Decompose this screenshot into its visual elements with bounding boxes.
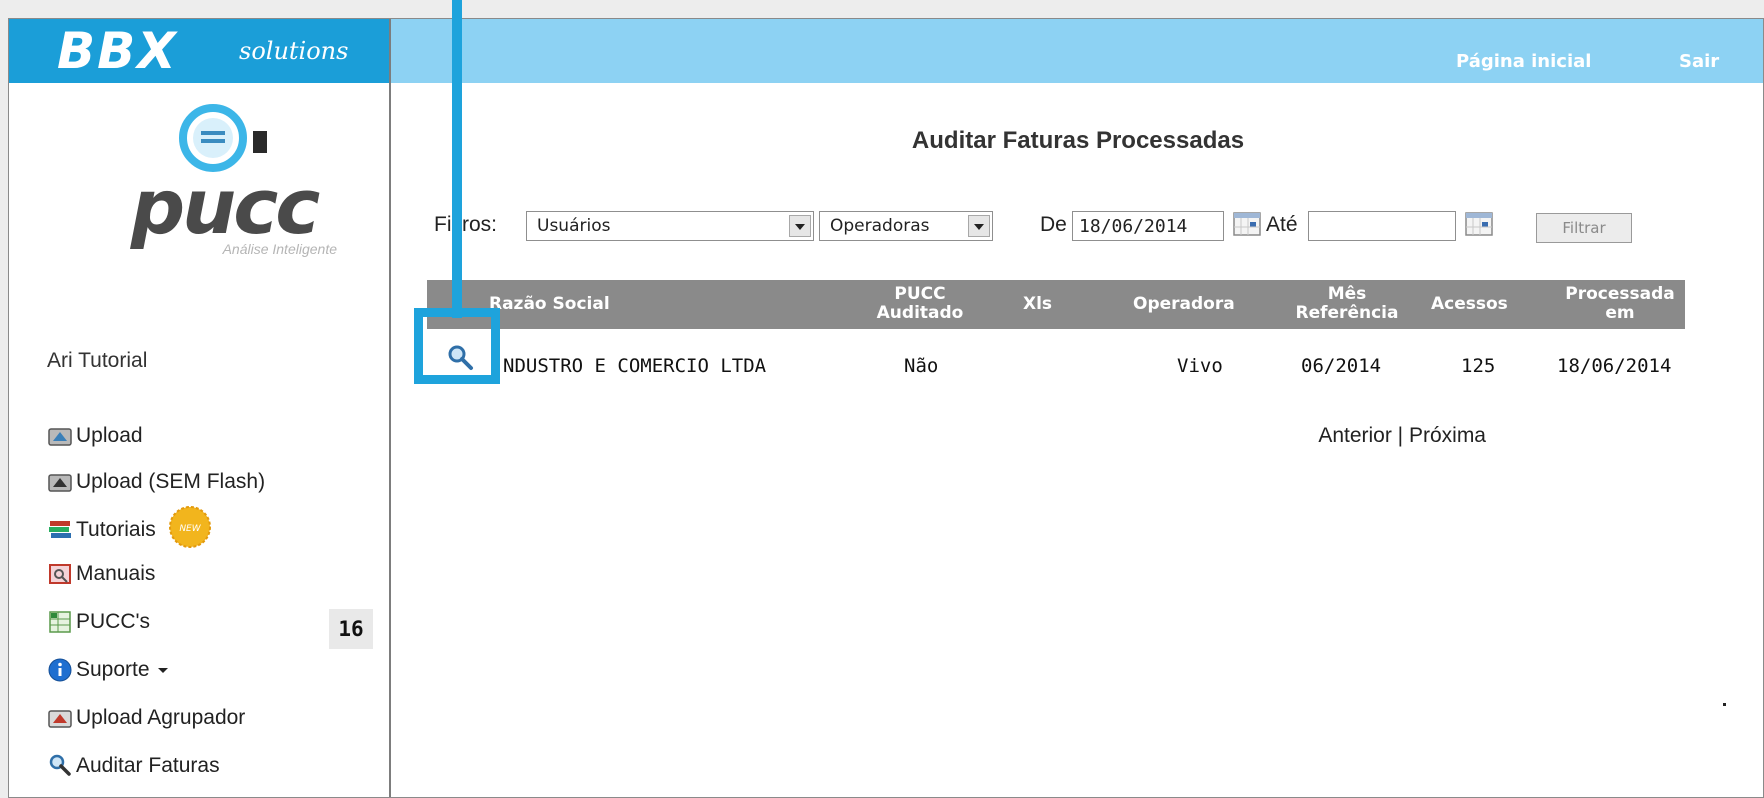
chevron-down-icon [789, 215, 811, 237]
column-header-processada-em: Processada em [1555, 285, 1685, 323]
sidebar-item-label: Manuais [76, 562, 156, 585]
date-to-label: Até [1266, 213, 1298, 236]
new-badge-icon: NEW [168, 506, 211, 548]
pucc-wordmark: pucc [130, 162, 321, 251]
manual-icon [49, 564, 71, 584]
column-header-line: Mês [1327, 284, 1367, 304]
sidebar-item-label: Upload Agrupador [76, 706, 246, 729]
page-title: Auditar Faturas Processadas [911, 127, 1245, 154]
sidebar-item-label: Auditar Faturas [76, 754, 220, 777]
operators-select-value: Operadoras [830, 216, 930, 236]
sidebar-item-label: Tutoriais [76, 518, 156, 541]
sidebar-item-label: Upload (SEM Flash) [76, 470, 266, 493]
sidebar-item-tutoriais[interactable]: Tutoriais NEW [47, 506, 218, 548]
sidebar-item-puccs[interactable]: PUCC's [47, 607, 150, 637]
brand-header: BBX solutions [9, 19, 389, 83]
users-select[interactable]: Usuários [526, 211, 814, 241]
sidebar-item-suporte[interactable]: Suporte [47, 655, 173, 685]
cell-pucc-auditado: Não [904, 355, 939, 377]
upload-icon [48, 474, 72, 492]
column-header-line: em [1605, 303, 1635, 323]
cell-mes-referencia: 06/2014 [1301, 355, 1382, 377]
cell-operadora: Vivo [1177, 355, 1223, 377]
sidebar-item-auditar-faturas[interactable]: Auditar Faturas [47, 751, 220, 781]
info-icon [48, 658, 72, 682]
column-header-operadora: Operadora [1133, 294, 1235, 314]
annotation-pointer-line [452, 0, 462, 318]
new-badge-text: NEW [179, 524, 201, 534]
chevron-down-icon [968, 215, 990, 237]
column-header-mes-referencia: Mês Referência [1287, 285, 1407, 323]
sidebar-item-manuais[interactable]: Manuais [47, 559, 155, 589]
sidebar-item-label: PUCC's [76, 610, 151, 633]
upload-red-icon [48, 710, 72, 728]
cell-razao-social: NDUSTRO E COMERCIO LTDA [503, 355, 767, 377]
brand-name: BBX [57, 22, 178, 80]
app-window: BBX solutions pucc Análise Inteligente A… [8, 18, 1764, 798]
column-header-razao-social: Razão Social [489, 294, 610, 314]
column-header-acessos: Acessos [1431, 294, 1508, 314]
previous-page-link[interactable]: Anterior [1318, 424, 1392, 447]
sidebar-item-upload-agrupador[interactable]: Upload Agrupador [47, 703, 245, 733]
next-page-link[interactable]: Próxima [1409, 424, 1486, 447]
pucc-tagline: Análise Inteligente [222, 241, 337, 257]
date-from-input[interactable] [1072, 211, 1224, 241]
stray-dot [1723, 703, 1726, 706]
users-select-value: Usuários [537, 216, 611, 236]
spreadsheet-icon [49, 611, 71, 633]
column-header-line: Auditado [876, 303, 964, 323]
new-badge: NEW [162, 505, 218, 555]
sidebar-item-upload[interactable]: Upload [47, 421, 143, 451]
home-link[interactable]: Página inicial [1456, 51, 1591, 72]
filters-bar: Filtros: Usuários Operadoras De Até [434, 209, 1734, 245]
books-icon [49, 521, 71, 538]
calendar-icon[interactable] [1232, 209, 1262, 239]
filters-label: Filtros: [434, 213, 497, 236]
table-header: Razão Social PUCC Auditado Xls Operadora… [427, 280, 1685, 329]
pagination: Anterior | Próxima [391, 424, 1486, 448]
column-header-pucc-auditado: PUCC Auditado [855, 285, 985, 323]
calendar-icon[interactable] [1464, 209, 1494, 239]
logout-link[interactable]: Sair [1679, 51, 1719, 72]
column-header-line: Referência [1295, 303, 1399, 323]
magnifier-icon [49, 754, 71, 776]
sidebar: BBX solutions pucc Análise Inteligente A… [9, 19, 391, 797]
sidebar-item-upload-sem-flash[interactable]: Upload (SEM Flash) [47, 467, 265, 497]
top-navigation-bar: Página inicial Sair [391, 19, 1763, 83]
annotation-highlight-box [414, 308, 500, 384]
filter-button[interactable]: Filtrar [1536, 213, 1632, 243]
column-header-xls: Xls [1023, 294, 1053, 314]
date-to-input[interactable] [1308, 211, 1456, 241]
current-user-name: Ari Tutorial [47, 349, 148, 372]
date-from-label: De [1040, 213, 1067, 236]
operators-select[interactable]: Operadoras [819, 211, 993, 241]
pagination-separator: | [1391, 424, 1409, 447]
upload-icon [48, 428, 72, 446]
chevron-down-icon [157, 668, 168, 673]
puccs-count-badge: 16 [329, 609, 373, 649]
column-header-line: PUCC [894, 284, 946, 304]
cell-processada-em: 18/06/2014 [1557, 355, 1672, 377]
sidebar-item-label: Upload [76, 424, 143, 447]
column-header-line: Processada [1565, 284, 1675, 304]
brand-suffix: solutions [239, 37, 349, 65]
sidebar-item-label: Suporte [76, 658, 150, 681]
cell-acessos: 125 [1461, 355, 1496, 377]
